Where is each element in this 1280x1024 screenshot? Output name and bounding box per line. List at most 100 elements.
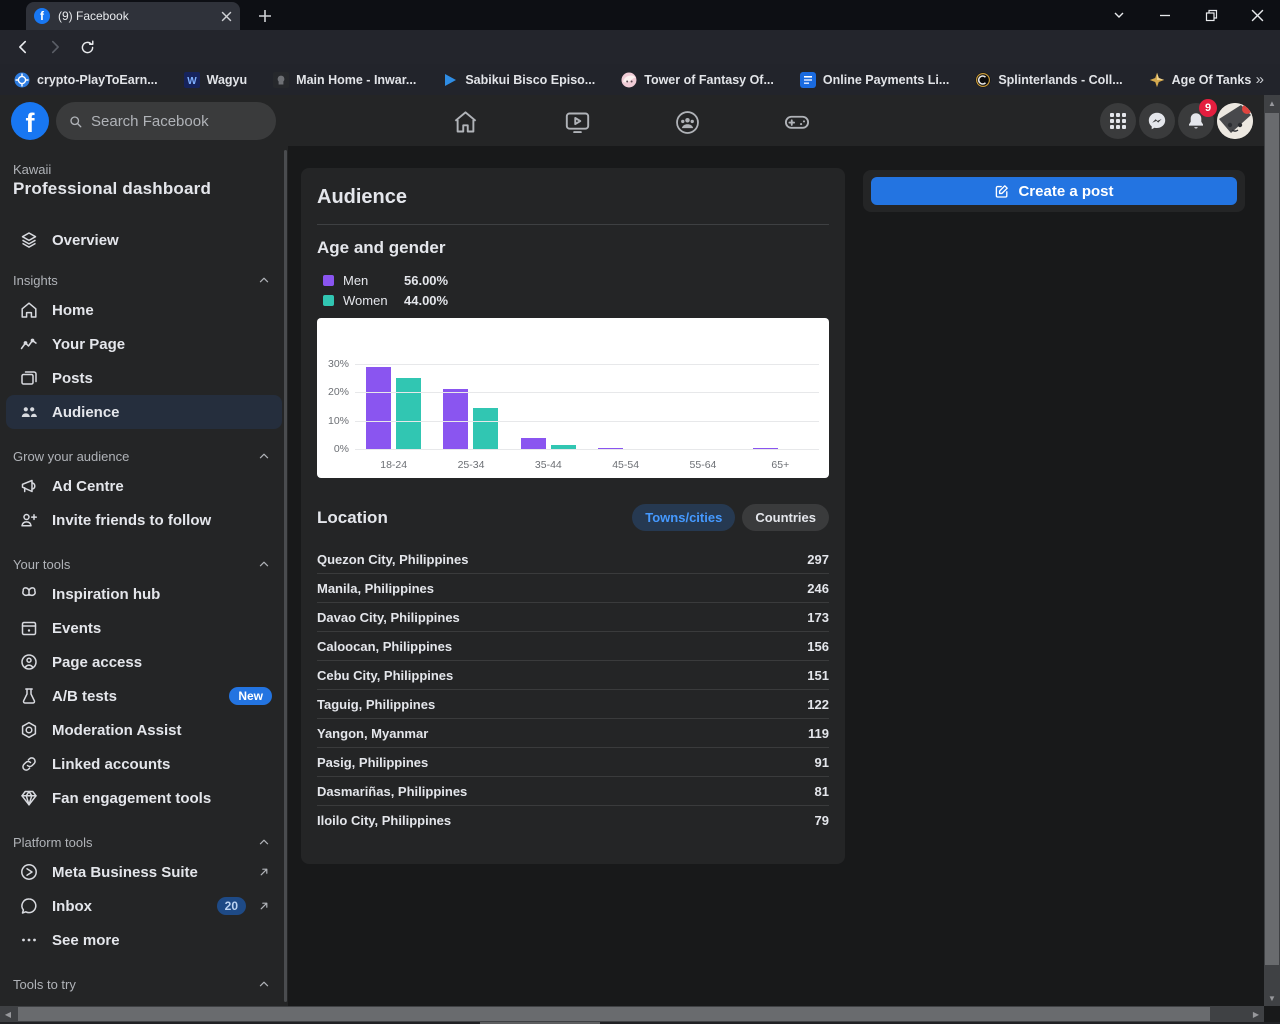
sidebar-item-inbox[interactable]: Inbox 20	[6, 889, 282, 923]
bar-men-18-24[interactable]	[366, 366, 392, 450]
bar-women-25-34[interactable]	[473, 408, 499, 450]
horizontal-scroll-thumb[interactable]	[18, 1007, 1210, 1021]
sidebar-section-header[interactable]: Tools to try	[13, 973, 272, 995]
vertical-scroll-thumb[interactable]	[1265, 113, 1279, 965]
bookmark-item[interactable]: W Wagyu	[183, 71, 247, 88]
profile-avatar[interactable]	[1217, 103, 1253, 139]
facebook-search[interactable]	[56, 102, 276, 140]
location-row: Caloocan, Philippines 156	[317, 632, 829, 661]
bookmark-item[interactable]: Splinterlands - Coll...	[975, 72, 1123, 88]
sidebar-item-label: Inbox	[52, 897, 92, 915]
sidebar-item-ad-centre[interactable]: Ad Centre	[6, 469, 282, 503]
external-link-icon	[256, 898, 272, 914]
sidebar-item-your-page[interactable]: Your Page	[6, 327, 282, 361]
ellipsis-icon	[19, 930, 39, 950]
messenger-button[interactable]	[1139, 103, 1175, 139]
notifications-button[interactable]: 9	[1178, 99, 1217, 139]
sidebar-item-audience[interactable]: Audience	[6, 395, 282, 429]
bookmark-item[interactable]: crypto-PlayToEarn...	[14, 72, 158, 88]
sidebar-item-overview[interactable]: Overview	[6, 223, 282, 257]
gridline	[355, 364, 819, 366]
watch-tab-icon[interactable]	[557, 108, 597, 136]
sidebar-item-posts[interactable]: Posts	[6, 361, 282, 395]
browser-tab[interactable]: f (9) Facebook	[26, 2, 240, 30]
sidebar-item-fan-engagement-tools[interactable]: Fan engagement tools	[6, 781, 282, 815]
reload-button[interactable]	[72, 32, 102, 62]
bar-women-18-24[interactable]	[396, 377, 422, 450]
sidebar-item-meta-business-suite[interactable]: Meta Business Suite	[6, 855, 282, 889]
back-button[interactable]	[8, 32, 38, 62]
location-toggle-towns-cities[interactable]: Towns/cities	[632, 504, 736, 531]
scroll-up-arrow[interactable]: ▲	[1264, 95, 1280, 111]
x-axis-label: 18-24	[380, 459, 408, 471]
location-toggle-countries[interactable]: Countries	[742, 504, 829, 531]
search-input[interactable]	[91, 112, 251, 130]
page-name: Kawaii	[13, 162, 52, 177]
butterfly-icon	[19, 584, 39, 604]
splinter-favicon	[975, 72, 991, 88]
legend-label: Women	[343, 292, 388, 308]
window-restore-button[interactable]	[1188, 0, 1234, 30]
sidebar-section-header[interactable]: Your tools	[13, 553, 272, 575]
bar-men-25-34[interactable]	[443, 389, 469, 450]
bookmark-item[interactable]: Online Payments Li...	[799, 71, 949, 88]
window-close-button[interactable]	[1234, 0, 1280, 30]
sidebar-section-header[interactable]: Insights	[13, 269, 272, 291]
gaming-tab-icon[interactable]	[777, 108, 817, 136]
sidebar-item-see-more[interactable]: See more	[6, 923, 282, 957]
sidebar-item-page-access[interactable]: Page access	[6, 645, 282, 679]
tab-close-icon[interactable]	[221, 11, 232, 22]
bar-group-65+	[742, 328, 819, 450]
section-label: Tools to try	[13, 976, 76, 992]
vertical-scrollbar[interactable]: ▲ ▼	[1264, 95, 1280, 1006]
bookmark-item[interactable]: Main Home - Inwar...	[273, 71, 416, 88]
location-list: Quezon City, Philippines 297 Manila, Phili…	[317, 545, 829, 835]
bookmark-item[interactable]: Tower of Fantasy Of...	[621, 72, 774, 88]
gridline	[355, 449, 819, 450]
facebook-logo[interactable]: f	[11, 102, 49, 140]
forward-button[interactable]	[40, 32, 70, 62]
sidebar-item-events[interactable]: Events	[6, 611, 282, 645]
sidebar-item-label: Events	[52, 619, 102, 637]
bookmarks-overflow-icon[interactable]: »	[1256, 64, 1264, 95]
sidebar-item-linked-accounts[interactable]: Linked accounts	[6, 747, 282, 781]
bookmark-label: Age Of Tanks	[1171, 72, 1252, 87]
gridline	[355, 420, 819, 422]
sidebar-item-inspiration-hub[interactable]: Inspiration hub	[6, 577, 282, 611]
bar-group-55-64	[664, 328, 741, 450]
section-label: Insights	[13, 272, 58, 288]
location-row: Yangon, Myanmar 119	[317, 719, 829, 748]
home-tab-icon[interactable]	[445, 108, 485, 136]
sidebar-item-moderation-assist[interactable]: Moderation Assist	[6, 713, 282, 747]
x-axis-label: 35-44	[534, 459, 562, 471]
sidebar-item-home[interactable]: Home	[6, 293, 282, 327]
sidebar-item-a-b-tests[interactable]: A/B tests New	[6, 679, 282, 713]
layers-icon	[19, 230, 39, 250]
location-row: Iloilo City, Philippines 79	[317, 806, 829, 835]
sidebar-item-invite-friends-to-follow[interactable]: Invite friends to follow	[6, 503, 282, 537]
sidebar-section-header[interactable]: Grow your audience	[13, 445, 272, 467]
create-post-button[interactable]: Create a post	[871, 177, 1237, 205]
scroll-down-arrow[interactable]: ▼	[1264, 990, 1280, 1006]
browser-toolbar: facebook.com/KawaiSanCute/professional_d…	[0, 30, 1280, 90]
new-tab-button[interactable]	[252, 3, 278, 29]
sidebar-item-label: A/B tests	[52, 687, 118, 705]
bookmark-item[interactable]: Sabikui Bisco Episo...	[442, 72, 595, 88]
scroll-left-arrow[interactable]: ◀	[0, 1006, 16, 1022]
legend-row: Women 44.00%	[323, 290, 829, 310]
sidebar-item-brand-collab[interactable]: Brand Collab	[6, 997, 282, 1007]
horizontal-scrollbar[interactable]: ◀ ▶	[0, 1006, 1264, 1022]
groups-tab-icon[interactable]	[667, 108, 707, 136]
sidebar-section-header[interactable]: Platform tools	[13, 831, 272, 853]
window-minimize-button[interactable]	[1142, 0, 1188, 30]
location-value: 156	[807, 638, 829, 654]
bluedoc-favicon	[799, 71, 816, 88]
bookmark-item[interactable]: Age Of Tanks	[1149, 72, 1252, 88]
sidebar-item-label: Ad Centre	[52, 477, 124, 495]
sidebar-scrollbar[interactable]	[284, 150, 287, 1002]
apps-menu-button[interactable]	[1100, 103, 1136, 139]
tab-search-chevron-icon[interactable]	[1096, 0, 1142, 30]
location-value: 246	[807, 580, 829, 596]
scroll-right-arrow[interactable]: ▶	[1248, 1006, 1264, 1022]
link-icon	[19, 754, 39, 774]
